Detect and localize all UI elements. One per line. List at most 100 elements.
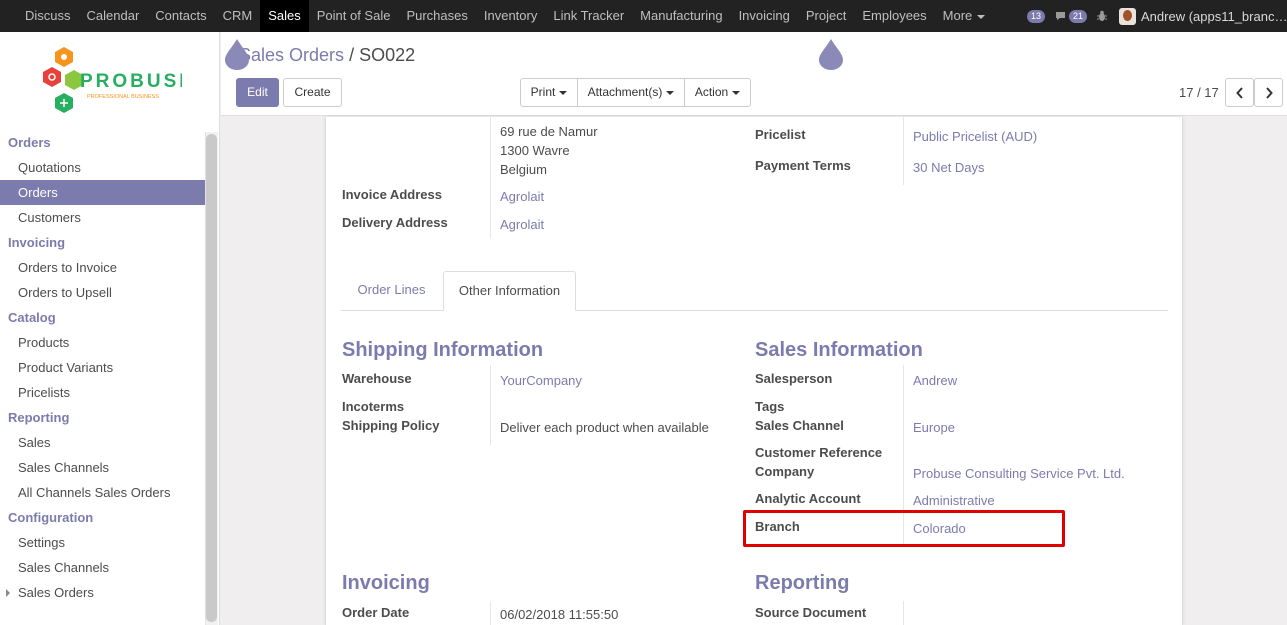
sales-order-form: 69 rue de Namur 1300 Wavre Belgium Invoi… xyxy=(325,117,1183,625)
shipping-information-heading: Shipping Information xyxy=(342,339,544,361)
avatar xyxy=(1119,7,1136,25)
field-divider xyxy=(490,365,491,445)
sidebar-item-customers[interactable]: Customers xyxy=(0,205,205,230)
sales-information-heading: Sales Information xyxy=(755,339,923,361)
app-invoicing[interactable]: Invoicing xyxy=(731,0,798,32)
chat-icon xyxy=(1055,12,1065,20)
app-link-tracker[interactable]: Link Tracker xyxy=(545,0,632,32)
sidebar-section-orders: Orders xyxy=(8,135,51,150)
app-purchases[interactable]: Purchases xyxy=(398,0,475,32)
sidebar-scrollbar-thumb[interactable] xyxy=(206,134,217,622)
bug-icon[interactable] xyxy=(1097,10,1107,22)
app-crm[interactable]: CRM xyxy=(215,0,261,32)
messages-button[interactable]: 21 xyxy=(1055,9,1087,23)
payment-terms-link[interactable]: 30 Net Days xyxy=(913,160,985,175)
warehouse-link[interactable]: YourCompany xyxy=(500,373,582,388)
pricelist-label: Pricelist xyxy=(755,127,806,142)
payment-terms-label: Payment Terms xyxy=(755,158,851,173)
order-date-label: Order Date xyxy=(342,605,410,620)
sidebar-menu: Orders Quotations Orders Customers Invoi… xyxy=(0,130,205,605)
app-sales[interactable]: Sales xyxy=(260,0,309,32)
attachments-dropdown[interactable]: Attachment(s) xyxy=(577,78,685,107)
sidebar-item-orders-to-upsell[interactable]: Orders to Upsell xyxy=(0,280,205,305)
logo-tagline: PROFESSIONAL BUSINESS xyxy=(87,94,159,100)
create-button[interactable]: Create xyxy=(283,78,342,107)
sidebar-item-settings[interactable]: Settings xyxy=(0,530,205,555)
pager-value[interactable]: 17 / 17 xyxy=(1179,85,1219,100)
print-dropdown[interactable]: Print xyxy=(520,78,578,107)
sidebar-item-product-variants[interactable]: Product Variants xyxy=(0,355,205,380)
pager-previous-button[interactable] xyxy=(1225,78,1254,107)
sidebar-item-orders[interactable]: Orders xyxy=(0,180,205,205)
app-project[interactable]: Project xyxy=(798,0,854,32)
shipping-policy-label: Shipping Policy xyxy=(342,418,440,433)
warehouse-label: Warehouse xyxy=(342,371,412,386)
delivery-address-link[interactable]: Agrolait xyxy=(500,217,544,232)
sidebar-item-products[interactable]: Products xyxy=(0,330,205,355)
field-divider xyxy=(490,117,491,239)
order-date-value[interactable]: 06/02/2018 11:55:50 xyxy=(500,607,618,622)
message-count-badge: 21 xyxy=(1068,9,1087,23)
top-navbar: Discuss Calendar Contacts CRM Sales Poin… xyxy=(0,0,1287,32)
sidebar-section-catalog: Catalog xyxy=(8,310,56,325)
sidebar-item-orders-to-invoice[interactable]: Orders to Invoice xyxy=(0,255,205,280)
invoice-address-label: Invoice Address xyxy=(342,187,442,202)
breadcrumb-sales-orders[interactable]: Sales Orders xyxy=(239,45,344,65)
pricelist-link[interactable]: Public Pricelist (AUD) xyxy=(913,129,1037,144)
app-manufacturing[interactable]: Manufacturing xyxy=(632,0,730,32)
app-employees[interactable]: Employees xyxy=(854,0,934,32)
logo-wordmark: PROBUSE xyxy=(80,71,182,92)
sales-channel-link[interactable]: Europe xyxy=(913,420,955,435)
more-label: More xyxy=(942,8,973,23)
sidebar-item-pricelists[interactable]: Pricelists xyxy=(0,380,205,405)
company-label: Company xyxy=(755,464,815,479)
app-discuss[interactable]: Discuss xyxy=(17,0,79,32)
sidebar-item-sales[interactable]: Sales xyxy=(0,430,205,455)
user-menu[interactable]: Andrew (apps11_branc… xyxy=(1119,7,1287,25)
chevron-down-icon xyxy=(977,14,986,19)
sidebar-item-sales-orders[interactable]: Sales Orders xyxy=(0,580,205,605)
breadcrumb-separator: / xyxy=(349,45,355,65)
sidebar-section-configuration: Configuration xyxy=(8,510,94,525)
reporting-heading: Reporting xyxy=(755,572,850,594)
invoicing-heading: Invoicing xyxy=(342,572,430,594)
pager-next-button[interactable] xyxy=(1254,78,1283,107)
systray: 13 21 Andrew (apps11_branc… xyxy=(1026,0,1287,32)
sales-channel-label: Sales Channel xyxy=(755,418,844,433)
tab-other-information[interactable]: Other Information xyxy=(443,271,576,311)
invoice-address-link[interactable]: Agrolait xyxy=(500,189,544,204)
app-calendar[interactable]: Calendar xyxy=(79,0,148,32)
cursor-drop-icon xyxy=(225,39,249,70)
activity-button[interactable]: 13 xyxy=(1026,9,1045,23)
more-menu[interactable]: More xyxy=(935,0,994,32)
attachments-label: Attachment(s) xyxy=(587,85,663,99)
sidebar-item-config-sales-channels[interactable]: Sales Channels xyxy=(0,555,205,580)
app-menu: Discuss Calendar Contacts CRM Sales Poin… xyxy=(0,0,993,32)
salesperson-label: Salesperson xyxy=(755,371,833,386)
edit-button[interactable]: Edit xyxy=(236,78,279,107)
chevron-left-icon xyxy=(1235,86,1243,99)
field-divider xyxy=(903,601,904,625)
partner-address-country: Belgium xyxy=(500,162,547,177)
analytic-account-link[interactable]: Administrative xyxy=(913,493,995,508)
chevron-down-icon xyxy=(666,90,675,95)
app-contacts[interactable]: Contacts xyxy=(147,0,214,32)
field-divider xyxy=(490,601,491,625)
app-inventory[interactable]: Inventory xyxy=(476,0,545,32)
breadcrumb: Sales Orders / SO022 xyxy=(239,45,415,66)
sidebar-item-quotations[interactable]: Quotations xyxy=(0,155,205,180)
customer-reference-label: Customer Reference xyxy=(755,445,883,460)
shipping-policy-value[interactable]: Deliver each product when available xyxy=(500,420,709,435)
company-link[interactable]: Probuse Consulting Service Pvt. Ltd. xyxy=(913,466,1125,481)
app-point-of-sale[interactable]: Point of Sale xyxy=(309,0,399,32)
field-divider xyxy=(903,117,904,185)
partner-address-street: 69 rue de Namur xyxy=(500,124,598,139)
salesperson-link[interactable]: Andrew xyxy=(913,373,957,388)
sidebar-item-sales-channels[interactable]: Sales Channels xyxy=(0,455,205,480)
action-label: Action xyxy=(694,85,729,99)
chevron-down-icon xyxy=(559,90,568,95)
sidebar-section-reporting: Reporting xyxy=(8,410,70,425)
sidebar-item-all-channels-sales-orders[interactable]: All Channels Sales Orders xyxy=(0,480,205,505)
tab-order-lines[interactable]: Order Lines xyxy=(342,271,441,311)
action-dropdown[interactable]: Action xyxy=(684,78,751,107)
